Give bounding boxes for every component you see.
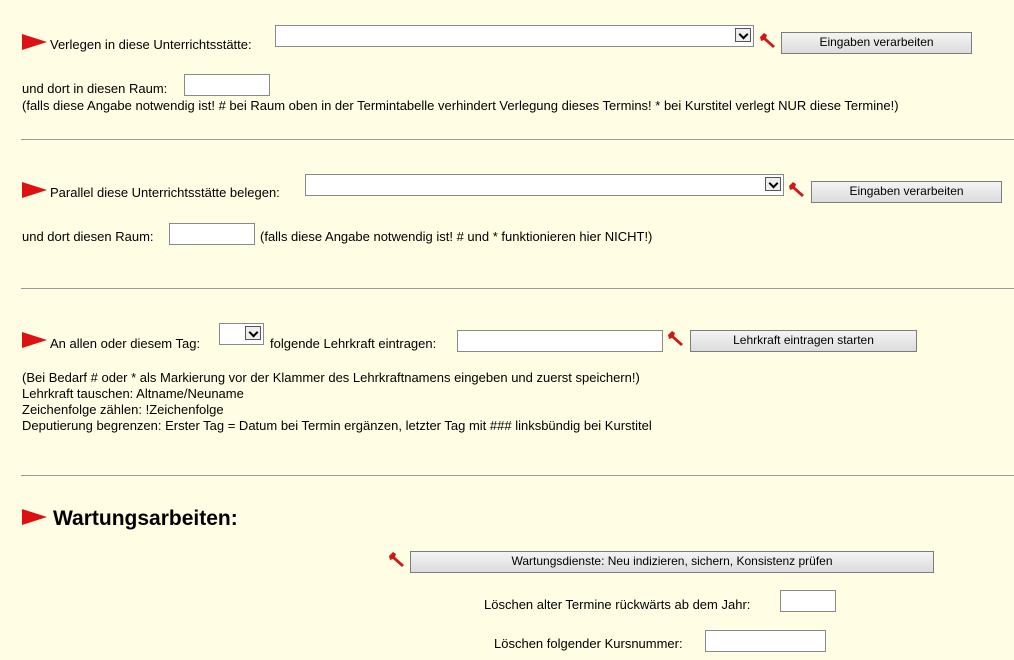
delete-year-input[interactable] [780, 590, 836, 612]
red-flag-icon [22, 332, 47, 348]
section1-label: Verlegen in diese Unterrichtsstätte: [50, 37, 252, 52]
process-button-1[interactable]: Eingaben verarbeiten [781, 32, 972, 54]
divider-2 [21, 288, 1014, 289]
section3-note-1: (Bei Bedarf # oder * als Markierung vor … [22, 370, 640, 385]
chevron-down-icon[interactable] [245, 326, 261, 340]
section3-label: An allen oder diesem Tag: [50, 336, 201, 351]
delete-year-label: Löschen alter Termine rückwärts ab dem J… [484, 597, 751, 612]
section1-note: (falls diese Angabe notwendig ist! # bei… [22, 98, 899, 113]
section3-note-3: Zeichenfolge zählen: !Zeichenfolge [22, 402, 224, 417]
wrench-icon[interactable] [758, 31, 778, 51]
red-flag-icon [22, 509, 47, 525]
section3-note-4: Deputierung begrenzen: Erster Tag = Datu… [22, 418, 652, 433]
parallel-location-select[interactable] [305, 174, 784, 196]
section2-label: Parallel diese Unterrichtsstätte belegen… [50, 185, 280, 200]
wrench-icon[interactable] [387, 550, 407, 570]
divider-3 [21, 475, 1014, 476]
maintenance-button[interactable]: Wartungsdienste: Neu indizieren, sichern… [410, 551, 934, 573]
delete-course-input[interactable] [705, 630, 826, 652]
wrench-icon[interactable] [666, 329, 686, 349]
maintenance-heading: Wartungsarbeiten: [53, 507, 238, 530]
delete-course-label: Löschen folgender Kursnummer: [494, 636, 683, 651]
room-label-1: und dort in diesen Raum: [22, 81, 168, 96]
teacher-label: folgende Lehrkraft eintragen: [270, 336, 437, 351]
red-flag-icon [22, 34, 47, 50]
day-select[interactable] [219, 323, 264, 345]
room-label-2: und dort diesen Raum: [22, 229, 154, 244]
chevron-down-icon[interactable] [735, 28, 751, 42]
assign-teacher-button[interactable]: Lehrkraft eintragen starten [690, 330, 917, 352]
process-button-2[interactable]: Eingaben verarbeiten [811, 181, 1002, 203]
red-flag-icon [22, 182, 47, 198]
room-input-2[interactable] [169, 223, 255, 245]
wrench-icon[interactable] [787, 180, 807, 200]
room-input-1[interactable] [184, 74, 270, 96]
divider-1 [21, 139, 1014, 140]
teacher-input[interactable] [457, 330, 663, 352]
location-select[interactable] [275, 25, 754, 47]
section3-note-2: Lehrkraft tauschen: Altname/Neuname [22, 386, 244, 401]
chevron-down-icon[interactable] [765, 177, 781, 191]
section2-note: (falls diese Angabe notwendig ist! # und… [260, 229, 653, 244]
